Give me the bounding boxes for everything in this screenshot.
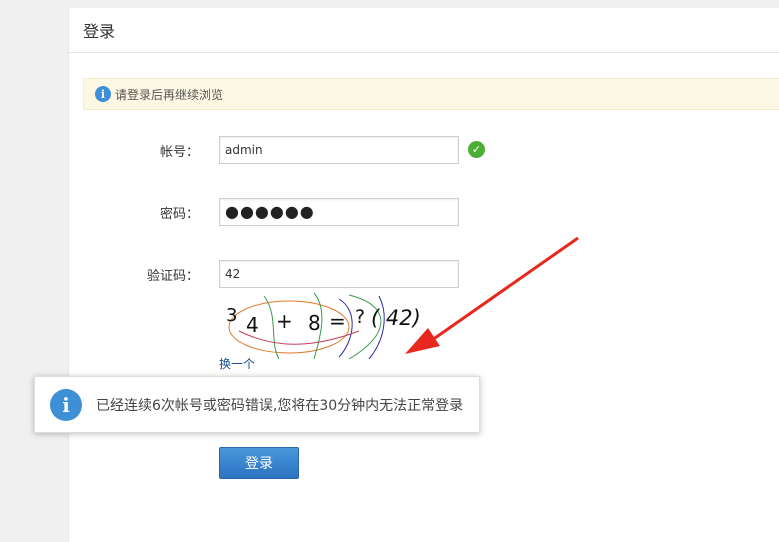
alert-text: 请登录后再继续浏览 [115,87,224,102]
captcha-input[interactable] [219,260,459,288]
login-panel: 登录 i 请登录后再继续浏览 帐号： ✓ 密码： ●●●●●● 验证码： 3 4… [68,8,779,542]
captcha-row: 验证码： [69,260,779,288]
captcha-operator: + [276,309,293,333]
login-required-alert: i 请登录后再继续浏览 [83,78,779,110]
password-row: 密码： ●●●●●● [69,198,779,226]
password-label: 密码： [159,207,199,222]
username-label: 帐号： [159,145,199,160]
check-icon: ✓ [468,141,485,158]
captcha-refresh-link[interactable]: 换一个 [219,355,255,372]
info-icon: i [50,388,82,421]
captcha-digit-1: 3 [226,305,238,326]
captcha-equals: = [329,309,346,333]
captcha-digit-2: 4 [246,313,259,337]
captcha-image[interactable]: 3 4 + 8 = ? ( 42) [219,291,439,361]
error-toast: i 已经连续6次帐号或密码错误,您将在30分钟内无法正常登录 [34,376,480,433]
panel-header: 登录 [69,8,779,53]
info-icon: i [95,86,111,102]
captcha-question: ? [355,306,366,328]
login-button[interactable]: 登录 [219,447,299,479]
password-input[interactable]: ●●●●●● [219,198,459,226]
username-row: 帐号： ✓ [69,136,779,164]
toast-text: 已经连续6次帐号或密码错误,您将在30分钟内无法正常登录 [96,397,464,414]
page-title: 登录 [83,22,116,41]
captcha-answer: ( 42) [371,306,421,330]
captcha-label: 验证码： [146,269,199,284]
username-input[interactable] [219,136,459,164]
captcha-digit-3: 8 [308,311,321,335]
